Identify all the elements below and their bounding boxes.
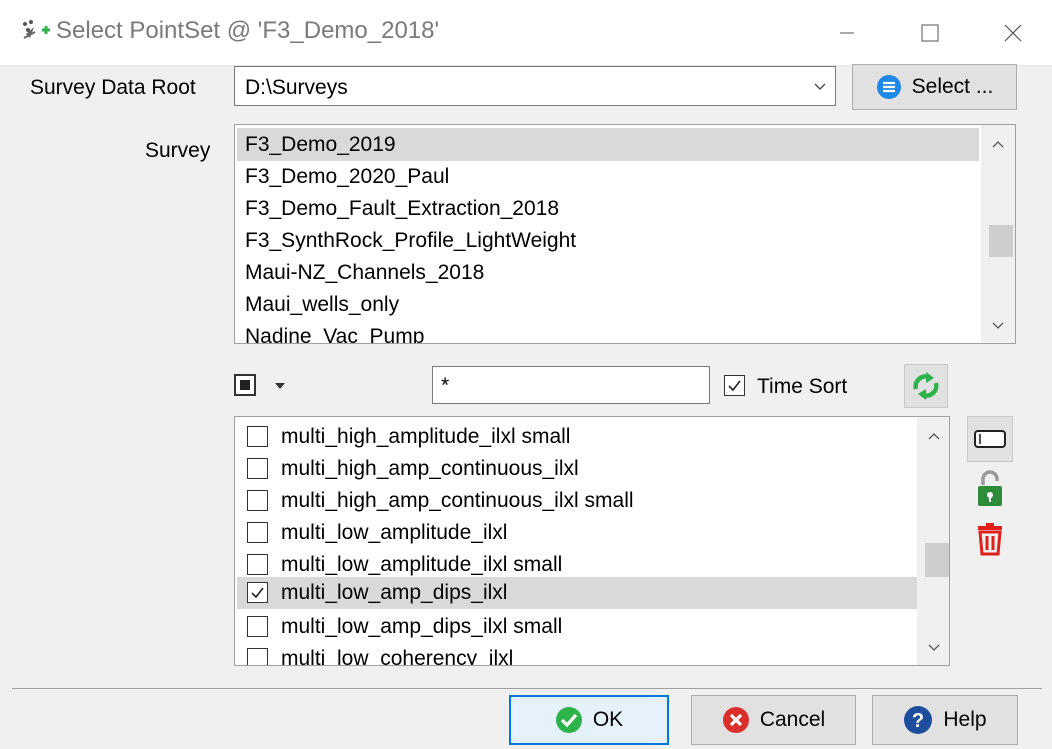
pointset-scrollbar[interactable] [917, 417, 949, 665]
delete-button[interactable] [967, 516, 1013, 562]
pointset-name: multi_low_amplitude_ilxl small [281, 553, 563, 576]
filter-field[interactable] [432, 366, 710, 404]
survey-item[interactable]: Maui_wells_only [245, 289, 399, 320]
maximize-icon[interactable] [893, 0, 967, 66]
close-icon[interactable] [976, 0, 1050, 66]
select-root-button-label: Select ... [911, 75, 994, 98]
pointset-name: multi_high_amp_continuous_ilxl [281, 457, 579, 480]
pointset-name: multi_low_amplitude_ilxl [281, 521, 508, 544]
survey-item[interactable]: Nadine_Vac_Pump [245, 321, 424, 343]
filter-input[interactable] [441, 373, 701, 399]
rename-icon [974, 430, 1006, 448]
pointset-row[interactable]: multi_low_coherency_ilxl [237, 643, 917, 666]
trash-icon [978, 523, 1002, 556]
ok-button-label: OK [592, 708, 624, 731]
select-options-dropdown-icon[interactable] [275, 383, 285, 389]
chevron-down-icon [814, 83, 826, 90]
pointset-checkbox[interactable] [247, 554, 268, 575]
unlock-icon [978, 470, 1002, 506]
select-all-toggle[interactable] [234, 374, 256, 396]
survey-scrollbar[interactable] [981, 125, 1015, 343]
pointset-name: multi_low_coherency_ilxl [281, 647, 514, 666]
survey-data-root-value: D:\Surveys [245, 76, 348, 99]
survey-item[interactable]: F3_Demo_2019 [245, 129, 396, 160]
pointset-list[interactable]: multi_high_amplitude_ilxl small multi_hi… [234, 416, 950, 666]
pointset-checkbox[interactable] [247, 426, 268, 447]
ok-button[interactable]: OK [509, 695, 669, 745]
pointset-checkbox[interactable] [247, 522, 268, 543]
survey-data-root-combo[interactable]: D:\Surveys [234, 66, 836, 106]
pointset-checkbox[interactable] [247, 616, 268, 637]
rename-button[interactable] [967, 416, 1013, 462]
window-title: Select PointSet @ 'F3_Demo_2018' [56, 17, 440, 44]
select-root-button[interactable]: Select ... [852, 64, 1017, 110]
minimize-icon[interactable] [810, 0, 884, 66]
time-sort-label: Time Sort [757, 375, 848, 398]
pointset-scroll-thumb[interactable] [925, 543, 949, 577]
survey-data-root-label: Survey Data Root [30, 76, 196, 99]
pointset-checkbox[interactable] [247, 458, 268, 479]
survey-item[interactable]: Maui-NZ_Channels_2018 [245, 257, 484, 288]
pointset-row[interactable]: multi_high_amp_continuous_ilxl [237, 453, 917, 485]
refresh-button[interactable] [904, 364, 948, 408]
pointset-row[interactable]: multi_low_amp_dips_ilxl small [237, 611, 917, 643]
title-bar: Select PointSet @ 'F3_Demo_2018' [0, 0, 1052, 66]
survey-item[interactable]: F3_Demo_2020_Paul [245, 161, 449, 192]
pointset-checkbox[interactable] [247, 648, 268, 665]
cancel-button-label: Cancel [759, 708, 826, 731]
pointset-row[interactable]: multi_high_amplitude_ilxl small [237, 421, 917, 453]
survey-item[interactable]: F3_Demo_Fault_Extraction_2018 [245, 193, 559, 224]
svg-text:?: ? [912, 710, 924, 732]
survey-scroll-thumb[interactable] [989, 225, 1013, 257]
time-sort-checkbox[interactable] [724, 375, 745, 396]
cancel-circle-icon [722, 707, 749, 733]
pointset-checkbox[interactable] [247, 490, 268, 511]
pointset-app-icon [23, 20, 50, 39]
lock-button[interactable] [967, 466, 1013, 512]
pointset-row-selected[interactable]: multi_low_amp_dips_ilxl [237, 577, 917, 609]
survey-list[interactable]: F3_Demo_2019 F3_Demo_2020_Paul F3_Demo_F… [234, 124, 1016, 344]
help-button-label: Help [943, 708, 987, 731]
cancel-button[interactable]: Cancel [691, 695, 856, 745]
pointset-name: multi_low_amp_dips_ilxl small [281, 615, 563, 638]
pointset-name: multi_low_amp_dips_ilxl [281, 581, 508, 604]
separator [12, 688, 1042, 689]
refresh-icon [913, 372, 939, 400]
chevron-up-icon[interactable] [917, 421, 949, 451]
pointset-row[interactable]: multi_low_amplitude_ilxl [237, 517, 917, 549]
chevron-down-icon[interactable] [981, 311, 1015, 341]
pointset-row[interactable]: multi_high_amp_continuous_ilxl small [237, 485, 917, 517]
help-icon: ? [904, 706, 933, 734]
pointset-name: multi_high_amplitude_ilxl small [281, 425, 571, 448]
survey-item[interactable]: F3_SynthRock_Profile_LightWeight [245, 225, 576, 256]
survey-label: Survey [145, 139, 211, 162]
pointset-checkbox-checked[interactable] [247, 582, 268, 603]
help-button[interactable]: ? Help [872, 695, 1018, 745]
chevron-down-icon[interactable] [917, 633, 949, 663]
pointset-name: multi_high_amp_continuous_ilxl small [281, 489, 634, 512]
chevron-up-icon[interactable] [981, 129, 1015, 159]
list-icon [876, 75, 901, 99]
check-circle-icon [555, 707, 582, 733]
